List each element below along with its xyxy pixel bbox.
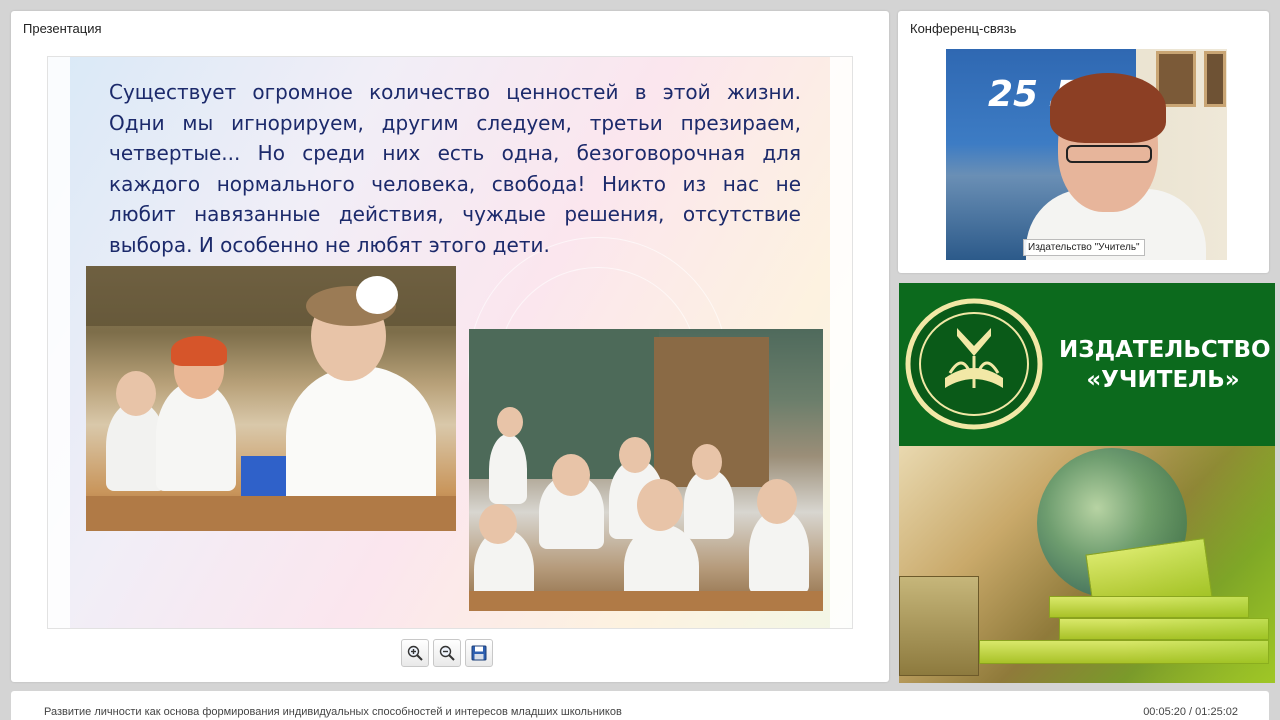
slide-margin-left — [48, 57, 70, 628]
publisher-name-line1: ИЗДАТЕЛЬСТВО — [1059, 337, 1271, 363]
wall-frame — [1204, 51, 1226, 107]
footer-bar: Развитие личности как основа формировани… — [11, 691, 1269, 720]
slide-text: Существует огромное количество ценностей… — [109, 80, 801, 257]
conference-panel: Конференц-связь 25 ЛЕТ Издательство "Учи… — [898, 11, 1269, 273]
publisher-name-line2: «УЧИТЕЛЬ» — [1086, 367, 1240, 393]
zoom-out-icon — [439, 645, 455, 661]
zoom-in-button[interactable] — [401, 639, 429, 667]
conference-title: Конференц-связь — [910, 21, 1017, 36]
presentation-slide: Существует огромное количество ценностей… — [47, 56, 853, 629]
speaker-hair — [1050, 73, 1166, 143]
slide-toolbar — [401, 639, 493, 667]
save-icon — [471, 645, 487, 661]
publisher-banner: ИЗДАТЕЛЬСТВО «УЧИТЕЛЬ» — [899, 283, 1275, 446]
presentation-panel: Презентация Существует огромное количест… — [11, 11, 889, 682]
zoom-in-icon — [407, 645, 423, 661]
playback-time: 00:05:20 / 01:25:02 — [1143, 706, 1238, 718]
webinar-title: Развитие личности как основа формировани… — [44, 706, 622, 718]
video-caption: Издательство "Учитель" — [1023, 239, 1145, 256]
classroom-photo-right — [469, 329, 823, 611]
publisher-logo-icon — [905, 298, 1043, 430]
zoom-out-button[interactable] — [433, 639, 461, 667]
presentation-title: Презентация — [23, 21, 102, 36]
publisher-name: ИЗДАТЕЛЬСТВО «УЧИТЕЛЬ» — [1059, 335, 1271, 395]
slide-margin-right — [830, 57, 852, 628]
video-feed[interactable]: 25 ЛЕТ Издательство "Учитель" — [946, 49, 1227, 260]
books-globe-image — [899, 446, 1275, 683]
save-button[interactable] — [465, 639, 493, 667]
classroom-photo-left — [86, 266, 456, 531]
speaker-glasses — [1066, 145, 1152, 163]
